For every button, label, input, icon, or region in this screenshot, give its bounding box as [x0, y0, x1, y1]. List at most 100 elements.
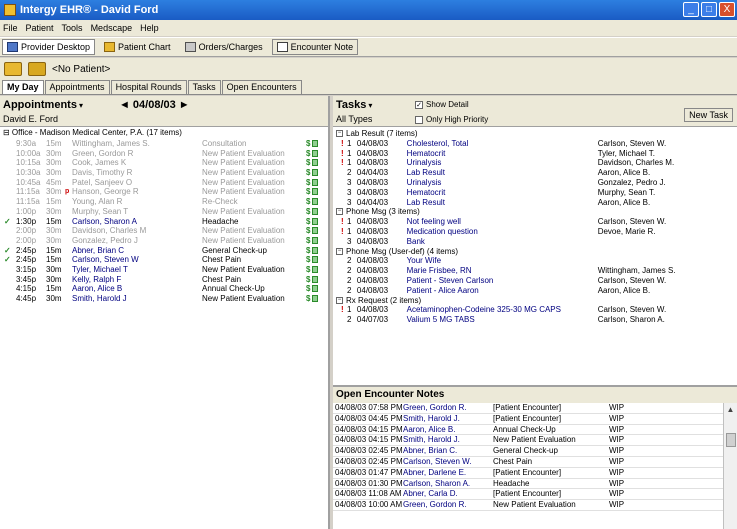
appointment-patient[interactable]: Young, Alan R [72, 197, 202, 207]
minimize-button[interactable]: _ [683, 2, 699, 17]
task-row[interactable]: 2 04/04/03 Lab Result Aaron, Alice B. [333, 168, 737, 178]
task-description[interactable]: Hematocrit [407, 188, 598, 198]
task-description[interactable]: Bank [407, 237, 598, 247]
charge-icon[interactable]: $ [306, 294, 310, 304]
task-group[interactable]: − Phone Msg (User-def) (4 items) [333, 247, 737, 257]
task-row[interactable]: ! 1 04/08/03 Hematocrit Tyler, Michael T. [333, 149, 737, 159]
charge-icon[interactable]: $ [306, 284, 310, 294]
appointment-patient[interactable]: Murphy, Sean T [72, 207, 202, 217]
encounter-row[interactable]: 04/08/03 04:15 PM Smith, Harold J. New Pat… [333, 435, 723, 447]
appointment-row[interactable]: ✓ 2:45p 15m Carlson, Steven W Chest Pain $ [0, 255, 328, 265]
appointment-row[interactable]: 10:30a 30m Davis, Timothy R New Patient Eva… [0, 168, 328, 178]
appointment-row[interactable]: 9:30a 15m Wittingham, James S. Consultation… [0, 139, 328, 149]
charge-icon[interactable]: $ [306, 178, 310, 188]
encounter-row[interactable]: 04/08/03 01:47 PM Abner, Darlene E. [Patie… [333, 468, 723, 479]
task-row[interactable]: 2 04/08/03 Patient - Steven Carlson Carlson… [333, 276, 737, 286]
task-description[interactable]: Acetaminophen-Codeine 325-30 MG CAPS [407, 305, 598, 315]
encounter-patient[interactable]: Abner, Darlene E. [403, 468, 493, 478]
charge-icon[interactable]: $ [306, 149, 310, 159]
encounter-row[interactable]: 04/08/03 02:45 PM Carlson, Steven W. Chest… [333, 457, 723, 468]
encounter-row[interactable]: 04/08/03 11:08 AM Abner, Carla D. [Patient… [333, 489, 723, 501]
appointment-row[interactable]: 3:45p 30m Kelly, Ralph F Chest Pain $ [0, 275, 328, 285]
appointment-patient[interactable]: Carlson, Steven W [72, 255, 202, 265]
appointment-patient[interactable]: Aaron, Alice B [72, 284, 202, 294]
appointment-row[interactable]: ✓ 2:45p 15m Abner, Brian C General Check-up $ [0, 246, 328, 256]
menu-medscape[interactable]: Medscape [91, 23, 133, 33]
task-description[interactable]: Patient - Steven Carlson [407, 276, 598, 286]
charge-icon[interactable]: $ [306, 168, 310, 178]
task-type-filter[interactable]: All Types Only High Priority [333, 114, 737, 127]
menu-help[interactable]: Help [140, 23, 159, 33]
tab-tasks[interactable]: Tasks [187, 80, 221, 94]
encounter-row[interactable]: 04/08/03 02:45 PM Abner, Brian C. General … [333, 446, 723, 457]
menu-patient[interactable]: Patient [26, 23, 54, 33]
appointment-row[interactable]: 10:00a 30m Green, Gordon R New Patient Eval… [0, 149, 328, 159]
encounter-patient[interactable]: Aaron, Alice B. [403, 425, 493, 435]
dropdown-icon[interactable]: ▾ [79, 101, 83, 110]
task-row[interactable]: 3 04/08/03 Hematocrit Murphy, Sean T. [333, 188, 737, 198]
new-task-button[interactable]: New Task [684, 108, 733, 122]
task-group[interactable]: − Phone Msg (3 items) [333, 207, 737, 217]
appointment-patient[interactable]: Wittingham, James S. [72, 139, 202, 149]
date-navigator[interactable]: ◄ 04/08/03 ► [119, 99, 190, 111]
charge-icon[interactable]: $ [306, 226, 310, 236]
task-description[interactable]: Urinalysis [407, 178, 598, 188]
encounter-row[interactable]: 04/08/03 07:58 PM Green, Gordon R. [Patien… [333, 403, 723, 414]
appointment-row[interactable]: 2:00p 30m Gonzalez, Pedro J New Patient Eva… [0, 236, 328, 246]
encounter-row[interactable]: 04/08/03 10:00 AM Green, Gordon R. New Pat… [333, 500, 723, 511]
charge-icon[interactable]: $ [306, 246, 310, 256]
checkbox-unchecked[interactable] [415, 115, 423, 124]
note-icon[interactable] [312, 198, 319, 206]
note-icon[interactable] [312, 295, 319, 302]
charge-icon[interactable]: $ [306, 139, 310, 149]
appointment-patient[interactable]: Gonzalez, Pedro J [72, 236, 202, 246]
appointment-row[interactable]: 1:00p 30m Murphy, Sean T New Patient Evalua… [0, 207, 328, 217]
encounter-row[interactable]: 04/08/03 04:45 PM Smith, Harold J. [Patien… [333, 414, 723, 425]
menu-tools[interactable]: Tools [62, 23, 83, 33]
encounter-row[interactable]: 04/08/03 01:30 PM Carlson, Sharon A. Heada… [333, 479, 723, 490]
charge-icon[interactable]: $ [306, 275, 310, 285]
appointment-patient[interactable]: Davis, Timothy R [72, 168, 202, 178]
task-description[interactable]: Patient - Alice Aaron [407, 286, 598, 296]
dropdown-icon[interactable]: ▾ [368, 101, 372, 110]
charge-icon[interactable]: $ [306, 197, 310, 207]
task-row[interactable]: 2 04/08/03 Marie Frisbee, RN Wittingham, Ja… [333, 266, 737, 276]
only-high-priority-checkbox[interactable]: Only High Priority [415, 115, 488, 124]
task-row[interactable]: 2 04/07/03 Valium 5 MG TABS Carlson, Sharon… [333, 315, 737, 325]
collapse-icon[interactable]: − [336, 296, 343, 304]
task-row[interactable]: 3 04/08/03 Bank [333, 237, 737, 247]
appointment-patient[interactable]: Davidson, Charles M [72, 226, 202, 236]
encounter-note-button[interactable]: Encounter Note [271, 39, 359, 55]
appointment-patient[interactable]: Smith, Harold J [72, 294, 202, 304]
appointment-patient[interactable]: Cook, James K [72, 158, 202, 168]
note-icon[interactable] [312, 265, 319, 273]
appointment-row[interactable]: ✓ 1:30p 15m Carlson, Sharon A Headache $ [0, 217, 328, 227]
encounter-patient[interactable]: Abner, Carla D. [403, 489, 493, 499]
task-row[interactable]: 3 04/04/03 Lab Result Aaron, Alice B. [333, 198, 737, 208]
appointment-patient[interactable]: Carlson, Sharon A [72, 217, 202, 227]
appointment-row[interactable]: 10:15a 30m Cook, James K New Patient Evalua… [0, 158, 328, 168]
appointment-row[interactable]: 2:00p 30m Davidson, Charles M New Patient E… [0, 226, 328, 236]
task-description[interactable]: Not feeling well [407, 217, 598, 227]
note-icon[interactable] [312, 149, 319, 157]
appointment-row[interactable]: 11:15a 15m Young, Alan R Re-Check $ [0, 197, 328, 207]
task-description[interactable]: Cholesterol, Total [407, 139, 598, 149]
tab-my-day[interactable]: My Day [2, 80, 44, 94]
show-detail-checkbox[interactable]: ✓ Show Detail [415, 100, 469, 109]
note-icon[interactable] [312, 178, 319, 186]
task-description[interactable]: Lab Result [407, 168, 598, 178]
tab-appointments[interactable]: Appointments [44, 80, 110, 94]
note-icon[interactable] [312, 236, 319, 244]
appointment-row[interactable]: 4:45p 30m Smith, Harold J New Patient Evalu… [0, 294, 328, 304]
task-description[interactable]: Medication question [407, 227, 598, 237]
charge-icon[interactable]: $ [306, 265, 310, 275]
encounter-patient[interactable]: Smith, Harold J. [403, 414, 493, 424]
tab-hospital-rounds[interactable]: Hospital Rounds [110, 80, 187, 94]
encounter-row[interactable]: 04/08/03 04:15 PM Aaron, Alice B. Annual C… [333, 425, 723, 436]
encounter-scrollbar[interactable]: ▲ [723, 403, 737, 529]
close-button[interactable]: X [719, 2, 735, 17]
appointment-patient[interactable]: Tyler, Michael T [72, 265, 202, 275]
appointment-row[interactable]: 4:15p 15m Aaron, Alice B Annual Check-Up $ [0, 284, 328, 294]
note-icon[interactable] [312, 217, 319, 225]
task-description[interactable]: Your Wife [407, 256, 598, 266]
